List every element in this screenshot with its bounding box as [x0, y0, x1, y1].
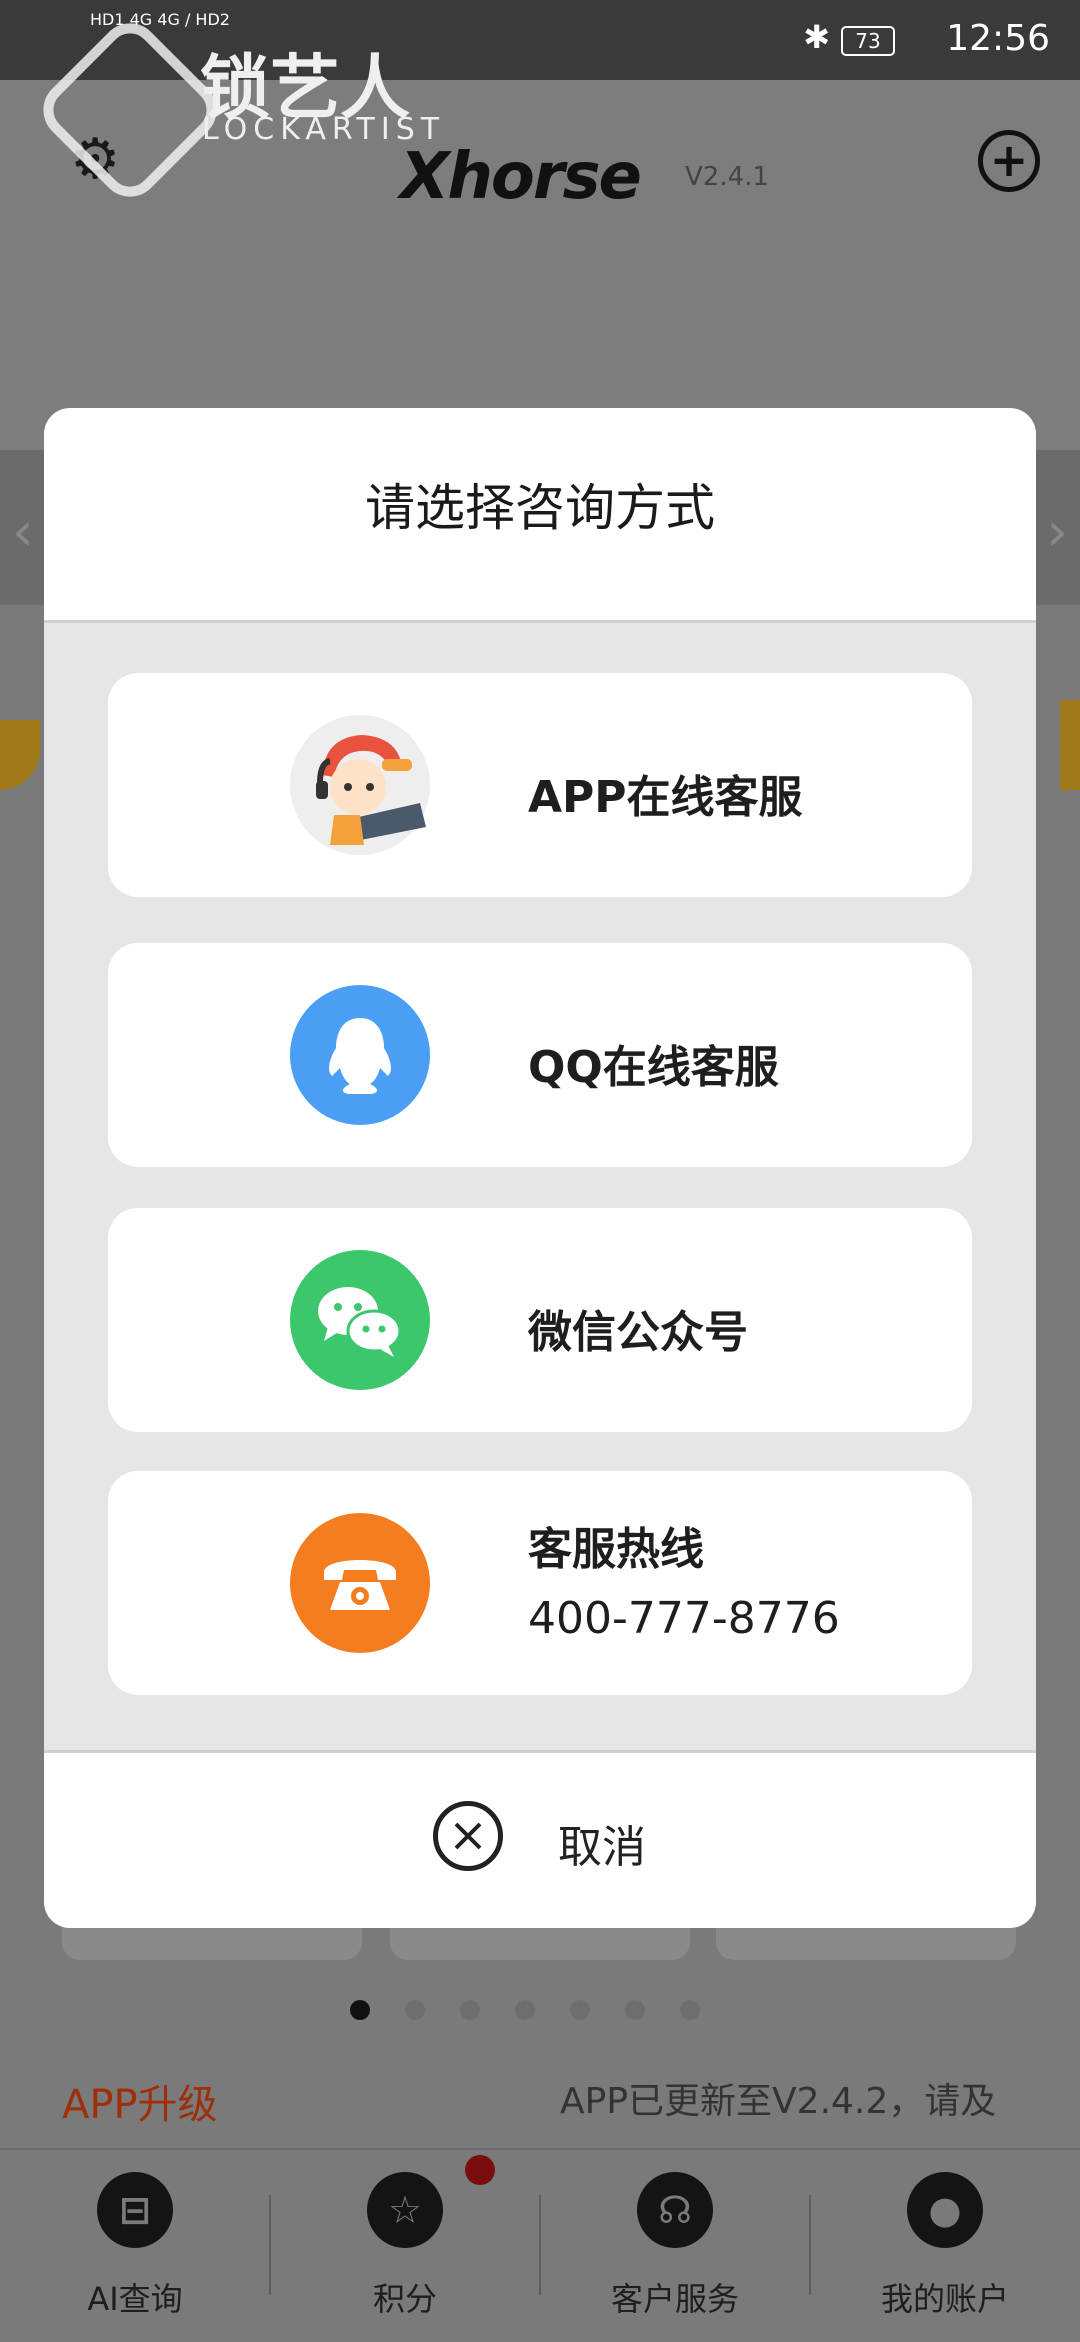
carousel-dot[interactable] — [680, 2000, 700, 2020]
bottom-tab-bar: ⊟ AI查询 ☆ 积分 ☊ 客户服务 ● 我的账户 — [0, 2148, 1080, 2342]
option-wechat[interactable]: 微信公众号 — [108, 1208, 972, 1432]
status-time: 12:56 — [946, 18, 1050, 59]
support-avatar-icon — [290, 715, 430, 855]
tab-points[interactable]: ☆ 积分 — [270, 2150, 540, 2342]
carousel-dot[interactable] — [570, 2000, 590, 2020]
ai-query-icon: ⊟ — [97, 2172, 173, 2248]
qq-penguin-icon — [290, 985, 430, 1125]
carousel-dot[interactable] — [515, 2000, 535, 2020]
watermark-en: LOCKARTIST — [202, 112, 446, 147]
wechat-icon — [290, 1250, 430, 1390]
tab-label: 我的账户 — [880, 2280, 1009, 2318]
battery-indicator: 73 — [841, 26, 895, 56]
option-label: APP在线客服 — [528, 772, 803, 823]
cancel-label: 取消 — [558, 1822, 646, 1873]
tab-label: 积分 — [372, 2280, 437, 2318]
app-logo: Xhorse — [400, 140, 642, 214]
option-app-support[interactable]: APP在线客服 — [108, 673, 972, 897]
announcement-bar[interactable]: APP升级 APP已更新至V2.4.2，请及 — [0, 2050, 1080, 2160]
option-label: 微信公众号 — [528, 1307, 748, 1358]
chevron-left-icon[interactable]: ‹ — [12, 500, 34, 563]
cancel-button[interactable]: 取消 — [44, 1753, 1036, 1928]
dialog-title: 请选择咨询方式 — [44, 408, 1036, 623]
tab-my-account[interactable]: ● 我的账户 — [810, 2150, 1080, 2342]
tab-label: 客户服务 — [610, 2280, 739, 2318]
consultation-dialog: 请选择咨询方式 APP在线客服 QQ在线客服 微信公众号 客服热线 400-77… — [44, 408, 1036, 1928]
option-qq-support[interactable]: QQ在线客服 — [108, 943, 972, 1167]
banner-decoration — [1060, 700, 1080, 790]
hotline-number[interactable]: 400-777-8776 — [528, 1593, 840, 1644]
plus-circle-icon[interactable]: + — [978, 130, 1040, 192]
chevron-right-icon[interactable]: › — [1046, 500, 1068, 563]
carousel-dot[interactable] — [405, 2000, 425, 2020]
banner-decoration — [0, 720, 40, 790]
tab-ai-query[interactable]: ⊟ AI查询 — [0, 2150, 270, 2342]
notification-badge — [465, 2155, 495, 2185]
announcement-tag: APP升级 — [62, 2082, 218, 2128]
headset-icon: ☊ — [637, 2172, 713, 2248]
carousel-dot[interactable] — [625, 2000, 645, 2020]
close-icon — [433, 1801, 503, 1871]
app-version: V2.4.1 — [685, 162, 769, 192]
announcement-message: APP已更新至V2.4.2，请及 — [560, 2081, 997, 2122]
dialog-options: APP在线客服 QQ在线客服 微信公众号 客服热线 400-777-8776 — [44, 623, 1036, 1753]
carousel-dot[interactable] — [350, 2000, 370, 2020]
carousel-dot[interactable] — [460, 2000, 480, 2020]
network-indicator: HD1 4G 4G / HD2 — [90, 10, 230, 29]
option-hotline[interactable]: 客服热线 400-777-8776 — [108, 1471, 972, 1695]
option-label: QQ在线客服 — [528, 1042, 779, 1093]
tab-label: AI查询 — [87, 2280, 183, 2318]
phone-icon — [290, 1513, 430, 1653]
tab-customer-service[interactable]: ☊ 客户服务 — [540, 2150, 810, 2342]
bluetooth-icon: ✱ — [803, 18, 830, 56]
option-label: 客服热线 — [528, 1524, 704, 1575]
user-icon: ● — [907, 2172, 983, 2248]
star-icon: ☆ — [367, 2172, 443, 2248]
